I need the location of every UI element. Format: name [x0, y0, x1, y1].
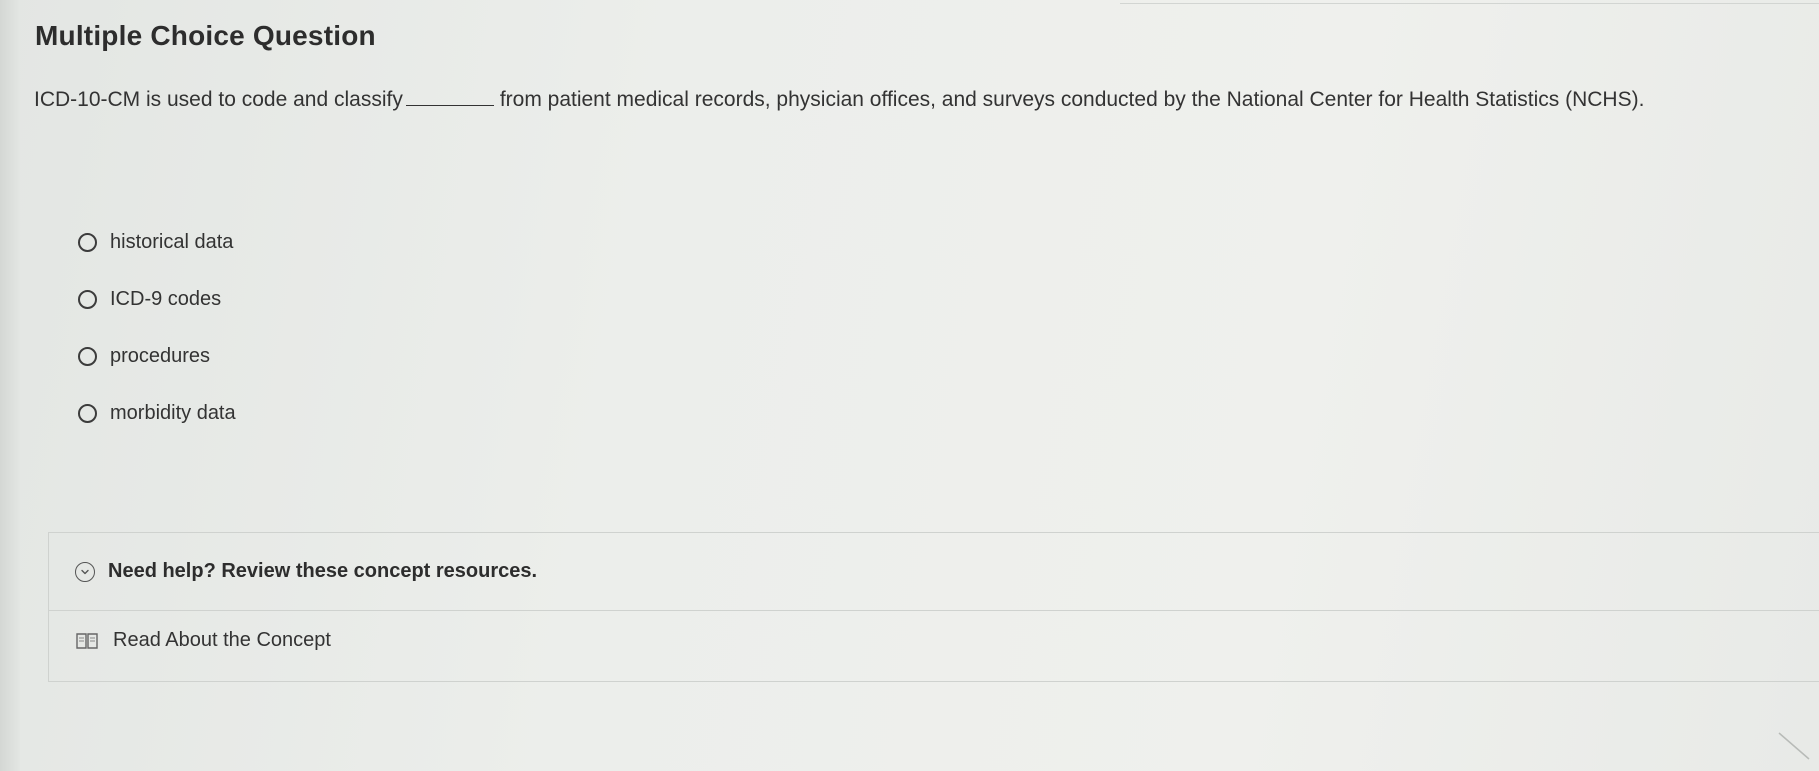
read-about-concept-link[interactable]: Read About the Concept: [75, 629, 331, 652]
radio-button[interactable]: [78, 346, 97, 366]
radio-button[interactable]: [78, 289, 97, 309]
question-page: Multiple Choice Question ICD-10-CM is us…: [0, 0, 1819, 771]
left-edge: [0, 0, 20, 771]
question-prompt: ICD-10-CM is used to code and classify fr…: [34, 88, 1644, 112]
corner-resize-icon: [1778, 732, 1810, 760]
help-toggle[interactable]: Need help? Review these concept resource…: [49, 533, 1819, 611]
option-icd-9-codes[interactable]: ICD-9 codes: [78, 285, 236, 313]
answer-options: historical data ICD-9 codes procedures m…: [78, 228, 236, 456]
answer-blank: [405, 104, 494, 106]
option-label: historical data: [110, 230, 234, 253]
radio-button[interactable]: [78, 232, 97, 252]
question-heading: Multiple Choice Question: [35, 20, 376, 51]
chevron-down-icon[interactable]: [75, 561, 95, 582]
help-title: Need help? Review these concept resource…: [108, 560, 538, 582]
prompt-text-after: from patient medical records, physician …: [499, 88, 1645, 111]
prompt-text-before: ICD-10-CM is used to code and classify: [34, 88, 403, 111]
option-procedures[interactable]: procedures: [78, 342, 236, 370]
book-icon: [76, 632, 98, 649]
help-panel: Need help? Review these concept resource…: [48, 532, 1819, 682]
option-historical-data[interactable]: historical data: [78, 228, 236, 256]
option-label: procedures: [110, 344, 211, 367]
option-label: ICD-9 codes: [110, 287, 222, 310]
top-divider: [1120, 3, 1819, 4]
radio-button[interactable]: [78, 403, 97, 423]
read-about-concept-label: Read About the Concept: [113, 629, 331, 651]
option-label: morbidity data: [110, 401, 236, 424]
option-morbidity-data[interactable]: morbidity data: [78, 399, 236, 427]
